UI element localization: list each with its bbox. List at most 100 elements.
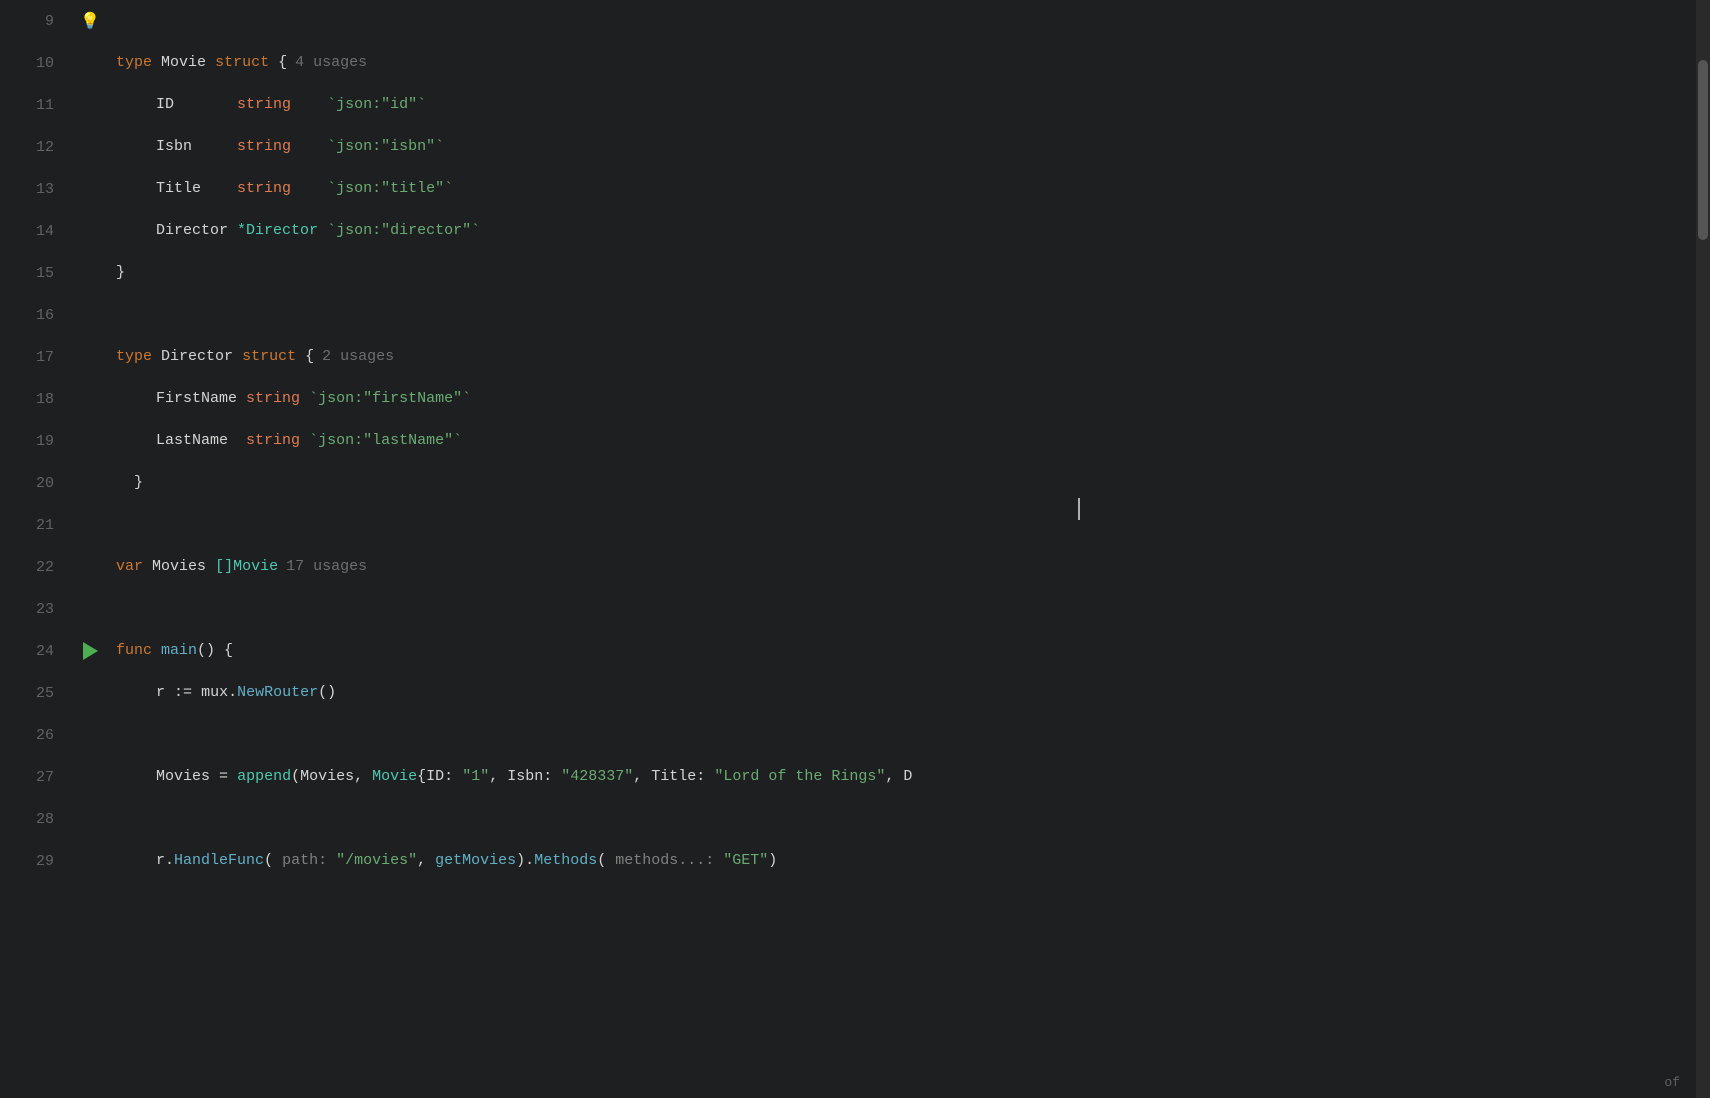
code-line-9: 9 💡 (0, 0, 1710, 42)
assign-op: := (174, 684, 192, 701)
line-number-10: 10 (0, 55, 72, 72)
line-number-12: 12 (0, 139, 72, 156)
code-line-18: 18 FirstName string `json:"firstName"` (0, 378, 1710, 420)
line-number-28: 28 (0, 811, 72, 828)
type-string-5: string (246, 432, 300, 449)
close-brace-movie: } (116, 264, 125, 281)
eq-op: = (219, 768, 228, 785)
param-methods-label: methods...: (615, 852, 723, 869)
line-content-22: var Movies []Movie17 usages (108, 546, 1710, 588)
code-line-19: 19 LastName string `json:"lastName"` (0, 420, 1710, 462)
line-number-24: 24 (0, 643, 72, 660)
line-number-13: 13 (0, 181, 72, 198)
close-paren-2: ) (516, 852, 525, 869)
scrollbar[interactable] (1696, 0, 1710, 1098)
code-line-25: 25 r := mux.NewRouter() (0, 672, 1710, 714)
var-r: r (156, 684, 165, 701)
func-append: append (237, 768, 291, 785)
code-line-20: 20 } (0, 462, 1710, 504)
json-tag-lastname: `json:"lastName"` (309, 432, 462, 449)
code-line-17: 17 type Director struct {2 usages (0, 336, 1710, 378)
line-number-14: 14 (0, 223, 72, 240)
line-number-21: 21 (0, 517, 72, 534)
line-content-13: Title string `json:"title"` (108, 168, 1710, 210)
json-tag-isbn: `json:"isbn"` (327, 138, 444, 155)
field-id-lit: ID: (426, 768, 453, 785)
line-number-26: 26 (0, 727, 72, 744)
line-number-27: 27 (0, 769, 72, 786)
keyword-type: type (116, 54, 152, 71)
json-tag-director: `json:"director"` (327, 222, 480, 239)
code-line-23: 23 (0, 588, 1710, 630)
struct-name-director: Director (161, 348, 233, 365)
keyword-func: func (116, 642, 152, 659)
pagination-text: of (1664, 1075, 1680, 1090)
type-string-3: string (237, 180, 291, 197)
keyword-struct-2: struct (242, 348, 296, 365)
code-line-11: 11 ID string `json:"id"` (0, 84, 1710, 126)
field-firstname: FirstName (156, 390, 237, 407)
line-content-29: r.HandleFunc( path: "/movies", getMovies… (108, 840, 1710, 882)
field-lastname: LastName (156, 432, 228, 449)
line-content-18: FirstName string `json:"firstName"` (108, 378, 1710, 420)
bulb-icon: 💡 (80, 11, 100, 31)
code-line-10: 10 type Movie struct {4 usages (0, 42, 1710, 84)
code-line-24: 24 func main() { (0, 630, 1710, 672)
pkg-mux: mux (201, 684, 228, 701)
field-director: Director (156, 222, 228, 239)
line-content-11: ID string `json:"id"` (108, 84, 1710, 126)
text-cursor (1078, 498, 1080, 520)
code-line-22: 22 var Movies []Movie17 usages (0, 546, 1710, 588)
methods-close: ) (768, 852, 777, 869)
field-title: Title (156, 180, 201, 197)
json-tag-firstname: `json:"firstName"` (309, 390, 471, 407)
line-content-17: type Director struct {2 usages (108, 336, 1710, 378)
string-2: "428337" (561, 768, 633, 785)
line-content-27: Movies = append(Movies, Movie{ID: "1", I… (108, 756, 1710, 798)
open-brace: { (278, 54, 287, 71)
code-line-12: 12 Isbn string `json:"isbn"` (0, 126, 1710, 168)
field-title-lit: Title: (651, 768, 705, 785)
code-line-15: 15 } (0, 252, 1710, 294)
usages-director: 2 usages (322, 348, 394, 365)
keyword-var: var (116, 558, 143, 575)
pagination: of (1664, 1075, 1680, 1090)
call-parens-1: () (318, 684, 336, 701)
line-content-14: Director *Director `json:"director"` (108, 210, 1710, 252)
string-3: "Lord of the Rings" (714, 768, 885, 785)
line-number-16: 16 (0, 307, 72, 324)
line-number-20: 20 (0, 475, 72, 492)
type-string-4: string (246, 390, 300, 407)
code-line-13: 13 Title string `json:"title"` (0, 168, 1710, 210)
field-id: ID (156, 96, 174, 113)
line-content-25: r := mux.NewRouter() (108, 672, 1710, 714)
type-movie-lit: Movie (372, 768, 417, 785)
code-lines: 9 💡 10 type Movie struct {4 usages 11 ID… (0, 0, 1710, 882)
string-1: "1" (462, 768, 489, 785)
handlefunc-paren: ( (264, 852, 273, 869)
run-button[interactable] (80, 641, 100, 661)
code-line-27: 27 Movies = append(Movies, Movie{ID: "1"… (0, 756, 1710, 798)
gutter-24[interactable] (72, 641, 108, 661)
keyword-type-2: type (116, 348, 152, 365)
append-paren: ( (291, 768, 300, 785)
field-isbn: Isbn (156, 138, 192, 155)
line-number-15: 15 (0, 265, 72, 282)
usages-movies: 17 usages (286, 558, 367, 575)
code-line-26: 26 (0, 714, 1710, 756)
methods-paren: ( (597, 852, 606, 869)
method-methods: Methods (534, 852, 597, 869)
var-movies-arg: Movies (300, 768, 354, 785)
line-number-17: 17 (0, 349, 72, 366)
struct-name-movie: Movie (161, 54, 206, 71)
line-content-10: type Movie struct {4 usages (108, 42, 1710, 84)
param-methods-value: "GET" (723, 852, 768, 869)
var-movies-assign: Movies (156, 768, 210, 785)
type-string-1: string (237, 96, 291, 113)
line-number-9: 9 (0, 13, 72, 30)
close-brace-director: } (134, 474, 143, 491)
scrollbar-thumb[interactable] (1698, 60, 1708, 240)
line-content-12: Isbn string `json:"isbn"` (108, 126, 1710, 168)
func-getmovies: getMovies (435, 852, 516, 869)
code-line-16: 16 (0, 294, 1710, 336)
